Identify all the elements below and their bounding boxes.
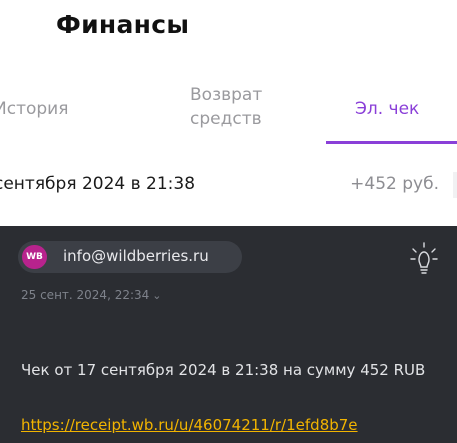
email-date-text: 25 сент. 2024, 22:34 <box>21 288 150 302</box>
lightbulb-icon[interactable] <box>409 242 439 276</box>
finances-screen: Финансы История Возврат средств Эл. чек … <box>0 0 457 443</box>
email-body: Чек от 17 сентября 2024 в 21:38 на сумму… <box>21 361 426 379</box>
receipt-amount: +452 руб. <box>350 174 439 194</box>
sender-avatar: WB <box>22 245 47 269</box>
sender-email: info@wildberries.ru <box>63 247 209 265</box>
email-preview: WB info@wildberries.ru 25 сент. 2024, 22… <box>0 226 457 443</box>
tab-history[interactable]: История <box>0 97 68 121</box>
row-edge <box>453 172 457 198</box>
receipt-link[interactable]: https://receipt.wb.ru/u/46074211/r/1efd8… <box>21 416 358 434</box>
tab-e-receipt[interactable]: Эл. чек <box>355 97 419 121</box>
receipt-row[interactable]: сентября 2024 в 21:38 +452 руб. <box>0 144 457 226</box>
finance-tabs: История Возврат средств Эл. чек <box>0 78 457 145</box>
receipt-date: сентября 2024 в 21:38 <box>0 174 196 194</box>
sender-chip[interactable]: WB info@wildberries.ru <box>18 241 242 273</box>
page-title: Финансы <box>56 10 190 39</box>
chevron-down-icon: ⌄ <box>152 289 162 302</box>
email-date[interactable]: 25 сент. 2024, 22:34 ⌄ <box>21 288 162 302</box>
tab-refunds[interactable]: Возврат средств <box>190 83 262 131</box>
